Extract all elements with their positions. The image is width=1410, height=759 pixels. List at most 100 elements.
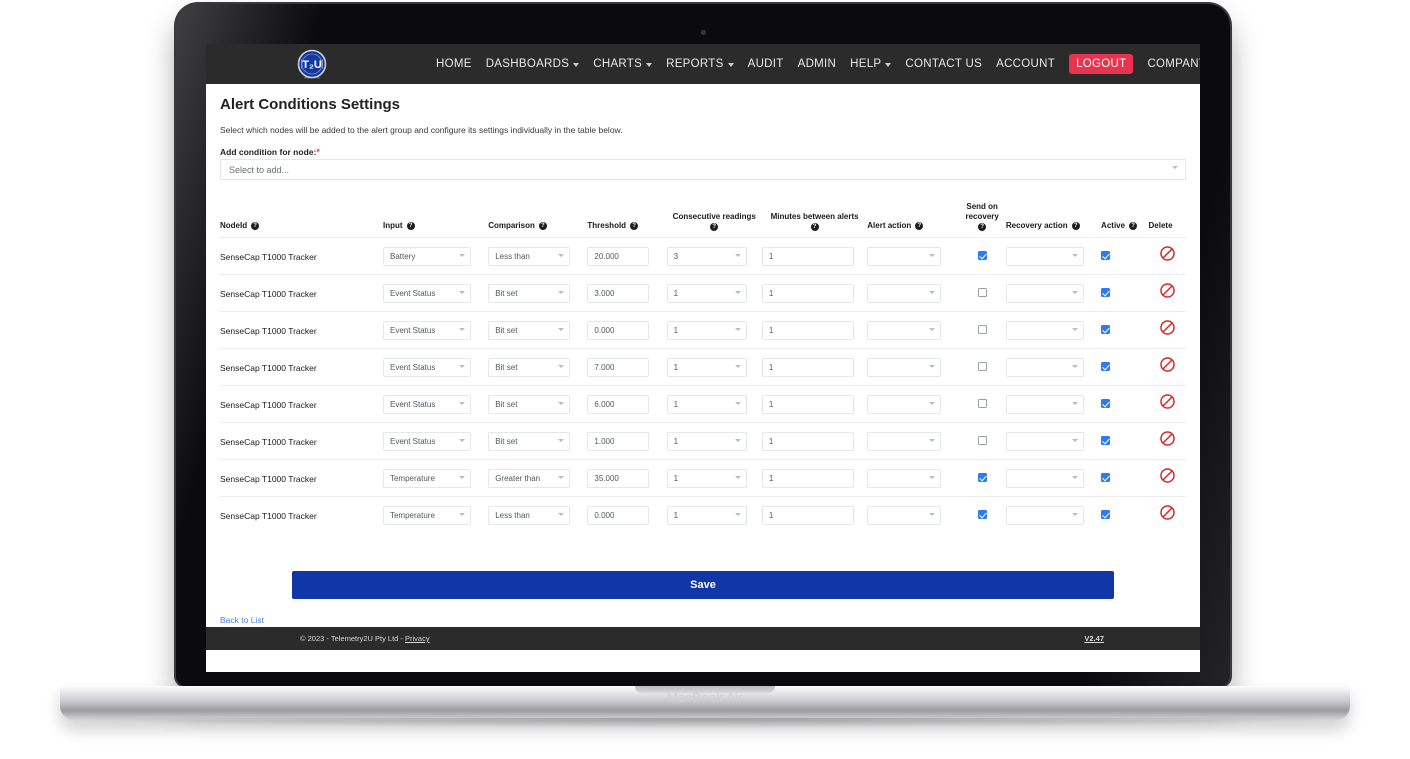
- input-select[interactable]: Temperature: [382, 505, 471, 525]
- add-condition-select[interactable]: Select to add...: [220, 159, 1186, 180]
- comparison-select[interactable]: Bit set: [488, 357, 571, 377]
- minutes-between-alerts-input[interactable]: 1: [761, 246, 854, 266]
- cell-delete[interactable]: [1148, 348, 1186, 386]
- back-to-list-link[interactable]: Back to List: [220, 615, 264, 625]
- nav-item-home[interactable]: HOME: [436, 58, 472, 70]
- recovery-action-select[interactable]: [1005, 357, 1084, 377]
- minutes-between-alerts-input[interactable]: 1: [761, 468, 854, 488]
- input-select[interactable]: Event Status: [382, 283, 471, 303]
- cell-delete[interactable]: [1148, 311, 1186, 349]
- alert-action-select[interactable]: [867, 357, 942, 377]
- privacy-link[interactable]: Privacy: [405, 634, 430, 643]
- active-checkbox[interactable]: [1101, 399, 1111, 408]
- nav-item-account[interactable]: ACCOUNT: [996, 58, 1055, 70]
- consecutive-readings-select[interactable]: 1: [666, 468, 747, 488]
- active-checkbox[interactable]: [1101, 325, 1111, 334]
- consecutive-readings-select[interactable]: 1: [666, 505, 747, 525]
- recovery-action-select[interactable]: [1005, 246, 1084, 266]
- minutes-between-alerts-input[interactable]: 1: [761, 320, 854, 340]
- send-on-recovery-checkbox[interactable]: [977, 325, 987, 334]
- nav-item-reports[interactable]: REPORTS: [666, 58, 734, 70]
- nav-item-charts[interactable]: CHARTS: [593, 58, 653, 70]
- nav-item-help[interactable]: HELP: [850, 58, 892, 70]
- recovery-action-select[interactable]: [1005, 283, 1084, 303]
- send-on-recovery-checkbox[interactable]: [977, 399, 987, 408]
- brand-logo[interactable]: T₂U TELEMETRY2U: [294, 46, 330, 82]
- input-select[interactable]: Event Status: [382, 320, 471, 340]
- threshold-input[interactable]: 35.000: [587, 468, 650, 488]
- comparison-select[interactable]: Bit set: [488, 394, 571, 414]
- help-icon[interactable]: ?: [915, 222, 924, 230]
- alert-action-select[interactable]: [867, 505, 942, 525]
- help-icon[interactable]: ?: [710, 223, 719, 231]
- threshold-input[interactable]: 0.000: [587, 505, 650, 525]
- consecutive-readings-select[interactable]: 1: [666, 320, 747, 340]
- recovery-action-select[interactable]: [1005, 320, 1084, 340]
- active-checkbox[interactable]: [1101, 436, 1111, 445]
- help-icon[interactable]: ?: [406, 222, 415, 230]
- version-link[interactable]: V2.47: [1084, 634, 1104, 643]
- cell-delete[interactable]: [1148, 237, 1186, 275]
- minutes-between-alerts-input[interactable]: 1: [761, 505, 854, 525]
- recovery-action-select[interactable]: [1005, 505, 1084, 525]
- input-select[interactable]: Battery: [382, 246, 471, 266]
- consecutive-readings-select[interactable]: 1: [666, 394, 747, 414]
- comparison-select[interactable]: Bit set: [488, 283, 571, 303]
- help-icon[interactable]: ?: [1129, 222, 1138, 230]
- comparison-select[interactable]: Greater than: [488, 468, 571, 488]
- send-on-recovery-checkbox[interactable]: [977, 251, 987, 260]
- input-select[interactable]: Event Status: [382, 394, 471, 414]
- send-on-recovery-checkbox[interactable]: [977, 288, 987, 297]
- active-checkbox[interactable]: [1101, 473, 1111, 482]
- active-checkbox[interactable]: [1101, 288, 1111, 297]
- comparison-select[interactable]: Bit set: [488, 320, 571, 340]
- recovery-action-select[interactable]: [1005, 394, 1084, 414]
- recovery-action-select[interactable]: [1005, 468, 1084, 488]
- send-on-recovery-checkbox[interactable]: [977, 362, 987, 371]
- alert-action-select[interactable]: [867, 320, 942, 340]
- threshold-input[interactable]: 7.000: [587, 357, 650, 377]
- cell-delete[interactable]: [1148, 422, 1186, 460]
- send-on-recovery-checkbox[interactable]: [977, 510, 987, 519]
- consecutive-readings-select[interactable]: 1: [666, 431, 747, 451]
- recovery-action-select[interactable]: [1005, 431, 1084, 451]
- send-on-recovery-checkbox[interactable]: [977, 436, 987, 445]
- nav-item-logout[interactable]: LOGOUT: [1069, 54, 1134, 74]
- cell-delete[interactable]: [1148, 385, 1186, 423]
- minutes-between-alerts-input[interactable]: 1: [761, 394, 854, 414]
- cell-delete[interactable]: [1148, 274, 1186, 312]
- threshold-input[interactable]: 6.000: [587, 394, 650, 414]
- help-icon[interactable]: ?: [251, 222, 260, 230]
- active-checkbox[interactable]: [1101, 362, 1111, 371]
- cell-delete[interactable]: [1148, 459, 1186, 497]
- consecutive-readings-select[interactable]: 3: [666, 246, 747, 266]
- alert-action-select[interactable]: [867, 431, 942, 451]
- help-icon[interactable]: ?: [978, 223, 987, 231]
- help-icon[interactable]: ?: [810, 223, 819, 231]
- consecutive-readings-select[interactable]: 1: [666, 357, 747, 377]
- alert-action-select[interactable]: [867, 283, 942, 303]
- nav-item-dashboards[interactable]: DASHBOARDS: [486, 58, 580, 70]
- comparison-select[interactable]: Less than: [488, 246, 571, 266]
- threshold-input[interactable]: 3.000: [587, 283, 650, 303]
- minutes-between-alerts-input[interactable]: 1: [761, 357, 854, 377]
- help-icon[interactable]: ?: [538, 222, 547, 230]
- comparison-select[interactable]: Less than: [488, 505, 571, 525]
- threshold-input[interactable]: 1.000: [587, 431, 650, 451]
- input-select[interactable]: Event Status: [382, 357, 471, 377]
- nav-item-audit[interactable]: AUDIT: [748, 58, 784, 70]
- comparison-select[interactable]: Bit set: [488, 431, 571, 451]
- send-on-recovery-checkbox[interactable]: [977, 473, 987, 482]
- minutes-between-alerts-input[interactable]: 1: [761, 283, 854, 303]
- nav-item-contact-us[interactable]: CONTACT US: [905, 58, 982, 70]
- nav-item-admin[interactable]: ADMIN: [798, 58, 837, 70]
- input-select[interactable]: Event Status: [382, 431, 471, 451]
- input-select[interactable]: Temperature: [382, 468, 471, 488]
- help-icon[interactable]: ?: [630, 222, 639, 230]
- minutes-between-alerts-input[interactable]: 1: [761, 431, 854, 451]
- help-icon[interactable]: ?: [1071, 222, 1080, 230]
- alert-action-select[interactable]: [867, 246, 942, 266]
- active-checkbox[interactable]: [1101, 510, 1111, 519]
- alert-action-select[interactable]: [867, 394, 942, 414]
- consecutive-readings-select[interactable]: 1: [666, 283, 747, 303]
